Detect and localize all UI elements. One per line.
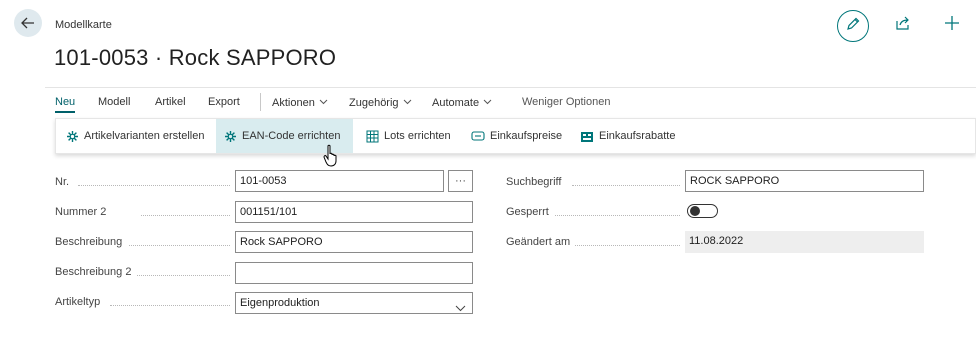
gear-icon (224, 130, 237, 143)
geaendert-am-label: Geändert am (506, 236, 571, 248)
action-ribbon: Artikelvarianten erstellen EAN-Code erri… (55, 118, 976, 154)
gesperrt-toggle[interactable] (687, 204, 718, 218)
action-neu[interactable]: Neu (55, 96, 76, 113)
nr-field[interactable]: 101-0053 (235, 170, 444, 192)
ean-code-errichten-label: EAN-Code errichten (242, 130, 341, 142)
action-artikel[interactable]: Artikel (155, 96, 186, 108)
nummer-2-leader (141, 215, 230, 216)
nr-label: Nr. (55, 176, 70, 188)
suchbegriff-label: Suchbegriff (506, 176, 562, 188)
artikeltyp-value: Eigenproduktion (240, 297, 320, 309)
einkaufsrabatte-label: Einkaufsrabatte (599, 130, 676, 142)
artikeltyp-select[interactable]: Eigenproduktion (235, 292, 473, 314)
action-export[interactable]: Export (208, 96, 240, 108)
artikeltyp-leader (110, 305, 230, 306)
beschreibung-2-field[interactable] (235, 262, 473, 284)
gesperrt-label: Gesperrt (506, 206, 549, 218)
chevron-down-icon (483, 96, 492, 108)
einkaufspreise-button[interactable]: Einkaufspreise (463, 119, 570, 153)
toggle-knob (690, 206, 700, 216)
arrow-left-icon (21, 17, 35, 29)
gear-icon (66, 130, 79, 143)
einkaufspreise-label: Einkaufspreise (490, 130, 563, 142)
action-automate[interactable]: Automate (432, 96, 492, 109)
geaendert-am-field: 11.08.2022 (685, 231, 924, 253)
discount-icon (580, 130, 594, 143)
nr-assist-button[interactable]: ··· (448, 170, 473, 192)
action-aktionen-label: Aktionen (272, 97, 315, 109)
beschreibung-2-leader (137, 275, 230, 276)
chevron-down-icon (403, 96, 412, 108)
action-zugehoerig-label: Zugehörig (349, 97, 399, 109)
nr-leader (78, 185, 230, 186)
lots-errichten-label: Lots errichten (384, 130, 451, 142)
beschreibung-2-label: Beschreibung 2 (55, 266, 132, 278)
beschreibung-leader (129, 245, 230, 246)
action-zugehoerig[interactable]: Zugehörig (349, 96, 412, 109)
artikeltyp-label: Artikeltyp (55, 296, 101, 308)
share-button[interactable] (894, 16, 912, 34)
chevron-down-icon (319, 96, 328, 108)
beschreibung-label: Beschreibung (55, 236, 123, 248)
action-automate-label: Automate (432, 97, 480, 109)
geaendert-am-leader (575, 245, 680, 246)
add-button[interactable] (942, 15, 962, 35)
grid-icon (366, 130, 379, 143)
nummer-2-field[interactable]: 001151/101 (235, 201, 473, 223)
lots-errichten-button[interactable]: Lots errichten (358, 119, 459, 153)
beschreibung-field[interactable]: Rock SAPPORO (235, 231, 473, 253)
action-modell[interactable]: Modell (98, 96, 130, 108)
chevron-down-icon (455, 299, 466, 319)
edit-button[interactable] (837, 10, 869, 42)
action-bar: Neu Modell Artikel Export Aktionen Zugeh… (45, 87, 976, 117)
back-button[interactable] (14, 9, 42, 37)
suchbegriff-field[interactable]: ROCK SAPPORO (685, 170, 924, 192)
suchbegriff-leader (572, 185, 680, 186)
share-icon (895, 15, 911, 36)
pencil-icon (845, 16, 861, 37)
page-title: 101-0053 · Rock SAPPORO (54, 45, 337, 70)
ean-code-errichten-button[interactable]: EAN-Code errichten (216, 119, 353, 153)
action-weniger-optionen[interactable]: Weniger Optionen (522, 96, 610, 108)
gesperrt-leader (555, 215, 680, 216)
artikelvarianten-erstellen-button[interactable]: Artikelvarianten erstellen (58, 119, 212, 153)
price-tag-icon (471, 130, 485, 142)
nummer-2-label: Nummer 2 (55, 206, 107, 218)
action-separator (260, 93, 261, 111)
artikelvarianten-erstellen-label: Artikelvarianten erstellen (84, 130, 205, 142)
page-caption: Modellkarte (55, 19, 112, 31)
action-aktionen[interactable]: Aktionen (272, 96, 328, 109)
plus-icon (944, 15, 960, 36)
einkaufsrabatte-button[interactable]: Einkaufsrabatte (572, 119, 683, 153)
